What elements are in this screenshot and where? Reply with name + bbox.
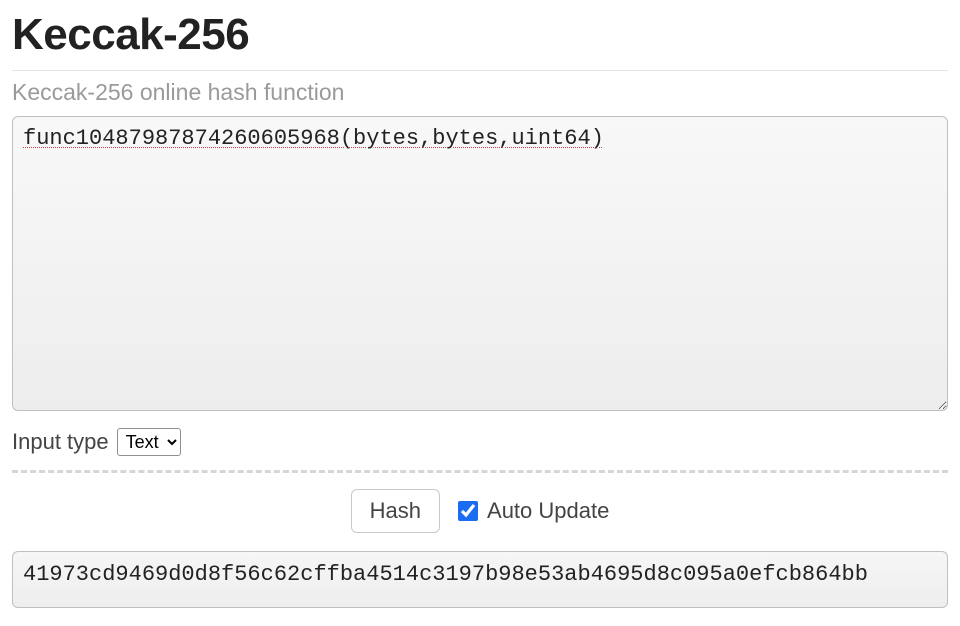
section-divider bbox=[12, 470, 948, 473]
header-rule bbox=[12, 70, 948, 71]
auto-update-checkbox[interactable] bbox=[458, 501, 478, 521]
page-subtitle: Keccak-256 online hash function bbox=[12, 79, 948, 106]
input-type-select[interactable]: Text bbox=[117, 428, 181, 456]
action-row: Hash Auto Update bbox=[12, 489, 948, 533]
auto-update-label: Auto Update bbox=[487, 498, 609, 524]
hash-output: 41973cd9469d0d8f56c62cffba4514c3197b98e5… bbox=[12, 551, 948, 608]
input-type-row: Input type Text bbox=[12, 428, 948, 456]
page-title: Keccak-256 bbox=[12, 10, 948, 60]
hash-button[interactable]: Hash bbox=[351, 489, 440, 533]
auto-update-control[interactable]: Auto Update bbox=[454, 498, 609, 524]
hash-input-textarea[interactable] bbox=[12, 116, 948, 411]
input-type-label: Input type bbox=[12, 429, 109, 455]
